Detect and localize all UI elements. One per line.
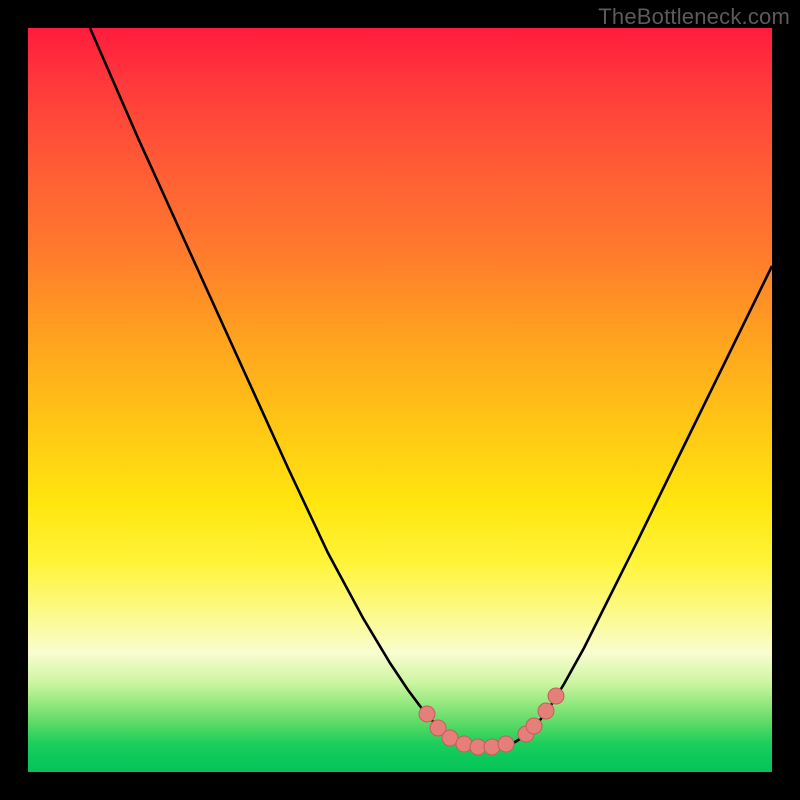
- curve-marker: [456, 736, 472, 752]
- watermark-text: TheBottleneck.com: [598, 4, 790, 30]
- curve-svg: [28, 28, 772, 772]
- curve-marker: [484, 739, 500, 755]
- curve-marker: [498, 736, 514, 752]
- plot-area: [28, 28, 772, 772]
- curve-marker: [526, 718, 542, 734]
- chart-frame: TheBottleneck.com: [0, 0, 800, 800]
- curve-markers: [419, 688, 564, 755]
- curve-marker: [538, 703, 554, 719]
- curve-marker: [419, 706, 435, 722]
- bottleneck-curve: [90, 28, 772, 747]
- curve-marker: [548, 688, 564, 704]
